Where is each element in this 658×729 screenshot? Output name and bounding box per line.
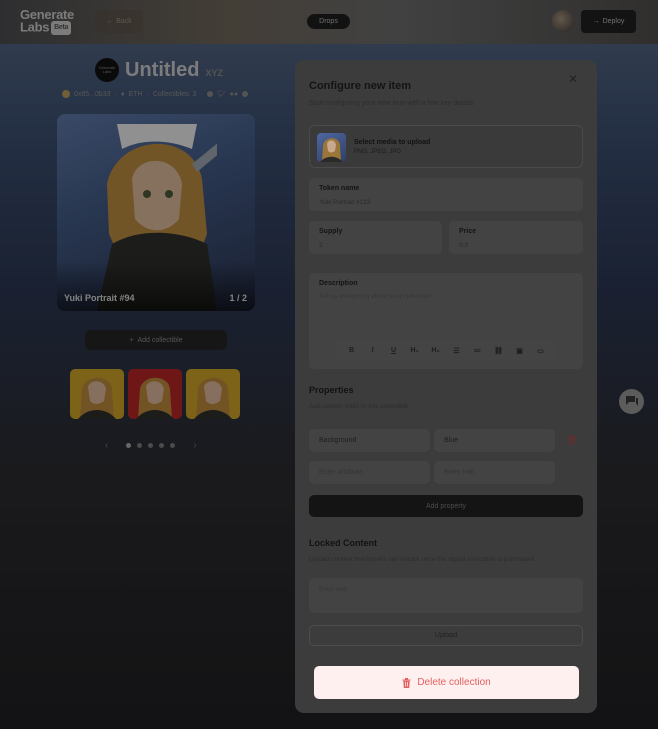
- token-name-label: Token name: [319, 185, 360, 192]
- chat-button[interactable]: [619, 389, 644, 414]
- price-field[interactable]: Price 0.3: [449, 221, 583, 254]
- link-icon[interactable]: ⛓: [491, 347, 506, 355]
- underline-icon[interactable]: U: [386, 347, 401, 354]
- media-thumbnail: [317, 133, 346, 162]
- new-trait-input[interactable]: Enter trait: [434, 461, 555, 484]
- properties-subtitle: Add custom traits to this collectible: [309, 403, 409, 410]
- rich-text-toolbar: B I U H₁ H₂ ☰ ≔ ⛓ ▣ ▭: [335, 341, 557, 360]
- supply-value[interactable]: 2: [319, 242, 323, 249]
- supply-label: Supply: [319, 228, 343, 235]
- media-upload[interactable]: Select media to upload PNG, JPEG, JPG: [309, 125, 583, 168]
- supply-field[interactable]: Supply 2: [309, 221, 442, 254]
- trash-icon: [402, 677, 411, 688]
- modal-subtitle: Start configuring your new item with a f…: [309, 100, 474, 107]
- price-value[interactable]: 0.3: [459, 242, 468, 249]
- new-attribute-input[interactable]: Enter attribute: [309, 461, 430, 484]
- bullet-list-icon[interactable]: ☰: [449, 347, 464, 355]
- media-upload-title: Select media to upload: [354, 139, 431, 146]
- italic-icon[interactable]: I: [365, 347, 380, 354]
- properties-title: Properties: [309, 385, 354, 395]
- video-icon[interactable]: ▭: [533, 347, 548, 355]
- locked-content-title: Locked Content: [309, 538, 378, 548]
- media-upload-formats: PNG, JPEG, JPG: [354, 149, 402, 155]
- delete-collection-label: Delete collection: [417, 677, 491, 688]
- heading1-icon[interactable]: H₁: [407, 347, 422, 354]
- image-icon[interactable]: ▣: [512, 347, 527, 355]
- chat-icon: [625, 396, 638, 406]
- heading2-icon[interactable]: H₂: [428, 347, 443, 354]
- bold-icon[interactable]: B: [344, 347, 359, 354]
- locked-content-field[interactable]: Enter text: [309, 578, 583, 613]
- price-label: Price: [459, 228, 477, 235]
- property-value-input[interactable]: Blue: [434, 429, 555, 452]
- add-property-button[interactable]: Add property: [309, 495, 583, 517]
- token-name-field[interactable]: Token name Yuki Portrait #123: [309, 178, 583, 211]
- close-icon[interactable]: ✕: [566, 72, 580, 86]
- configure-item-modal: ✕ Configure new item Start configuring y…: [295, 60, 597, 713]
- delete-collection-button[interactable]: Delete collection: [314, 666, 579, 699]
- trash-icon[interactable]: 🗑︎: [566, 435, 577, 446]
- description-label: Description: [319, 280, 358, 287]
- token-name-value[interactable]: Yuki Portrait #123: [319, 199, 370, 206]
- numbered-list-icon[interactable]: ≔: [470, 347, 485, 355]
- property-key-input[interactable]: Background: [309, 429, 430, 452]
- locked-content-input[interactable]: Enter text: [319, 586, 347, 593]
- description-input[interactable]: Tell us everything about your collection: [319, 293, 431, 300]
- modal-title: Configure new item: [309, 80, 412, 92]
- locked-content-subtitle: Upload content that buyers can unlock on…: [309, 556, 535, 563]
- upload-button[interactable]: Upload: [309, 625, 583, 646]
